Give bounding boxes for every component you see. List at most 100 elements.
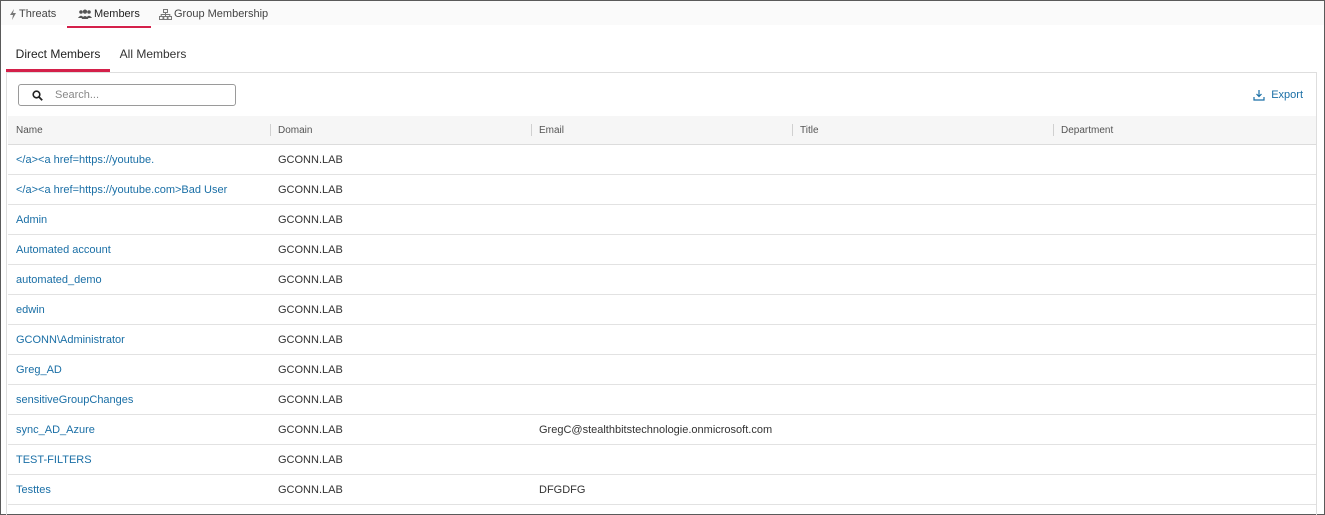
cell-name[interactable]: sync_AD_Azure [8, 415, 270, 445]
table-row[interactable]: </a><a href=https://youtube. GCONN.LAB [8, 145, 1316, 175]
cell-department [1053, 175, 1315, 205]
table-row[interactable]: automated_demo GCONN.LAB [8, 265, 1316, 295]
cell-department [1053, 145, 1315, 175]
cell-email [531, 445, 792, 475]
cell-domain: GCONN.LAB [278, 454, 343, 466]
cell-title [792, 235, 1053, 265]
search-box[interactable] [18, 84, 236, 106]
cell-department [1053, 355, 1315, 385]
cell-email [531, 205, 792, 235]
cell-title [792, 265, 1053, 295]
cell-name[interactable]: </a><a href=https://youtube.com>Bad User [8, 175, 270, 205]
table-row[interactable]: Automated account GCONN.LAB [8, 235, 1316, 265]
lightning-icon [9, 8, 17, 20]
cell-title [792, 325, 1053, 355]
table-body: </a><a href=https://youtube. GCONN.LAB </a… [8, 145, 1316, 505]
cell-name[interactable]: GCONN\Administrator [8, 325, 270, 355]
cell-title [792, 445, 1053, 475]
cell-department [1053, 295, 1315, 325]
column-header-email[interactable]: Email [531, 116, 792, 144]
cell-department [1053, 325, 1315, 355]
cell-domain: GCONN.LAB [278, 334, 343, 346]
cell-domain: GCONN.LAB [278, 424, 343, 436]
cell-email [531, 265, 792, 295]
cell-email: GregC@stealthbitstechnologie.onmicrosoft… [539, 424, 773, 436]
column-header-department[interactable]: Department [1053, 116, 1315, 144]
cell-domain: GCONN.LAB [278, 304, 343, 316]
cell-title [792, 205, 1053, 235]
cell-title [792, 415, 1053, 445]
cell-email [531, 145, 792, 175]
table-row[interactable]: edwin GCONN.LAB [8, 295, 1316, 325]
cell-domain: GCONN.LAB [278, 364, 343, 376]
cell-title [792, 385, 1053, 415]
tab-members[interactable]: Members [67, 1, 151, 28]
cell-domain: GCONN.LAB [278, 154, 343, 166]
tab-threats[interactable]: Threats [9, 1, 56, 27]
cell-name[interactable]: Admin [8, 205, 270, 235]
table-row[interactable]: </a><a href=https://youtube.com>Bad User… [8, 175, 1316, 205]
cell-department [1053, 445, 1315, 475]
tab-threats-label: Threats [19, 8, 57, 20]
cell-domain: GCONN.LAB [278, 274, 343, 286]
table-header: Name Domain Email Title Department [8, 116, 1316, 145]
cell-department [1053, 235, 1315, 265]
search-icon [19, 89, 55, 101]
cell-title [792, 475, 1053, 505]
cell-department [1053, 385, 1315, 415]
export-label: Export [1271, 89, 1303, 101]
cell-title [792, 175, 1053, 205]
cell-email [531, 175, 792, 205]
cell-department [1053, 265, 1315, 295]
table-row[interactable]: GCONN\Administrator GCONN.LAB [8, 325, 1316, 355]
tab-direct-members[interactable]: Direct Members [6, 36, 110, 72]
cell-name[interactable]: Greg_AD [8, 355, 270, 385]
cell-email [531, 295, 792, 325]
cell-email [531, 385, 792, 415]
cell-domain: GCONN.LAB [278, 214, 343, 226]
search-input[interactable] [55, 89, 225, 101]
cell-name[interactable]: edwin [8, 295, 270, 325]
cell-name[interactable]: automated_demo [8, 265, 270, 295]
cell-email [531, 355, 792, 385]
cell-domain: GCONN.LAB [278, 244, 343, 256]
cell-domain: GCONN.LAB [278, 184, 343, 196]
cell-title [792, 355, 1053, 385]
column-header-name[interactable]: Name [8, 116, 270, 144]
table-row[interactable]: TEST-FILTERS GCONN.LAB [8, 445, 1316, 475]
cell-email [531, 325, 792, 355]
cell-department [1053, 475, 1315, 505]
cell-name[interactable]: TEST-FILTERS [8, 445, 270, 475]
members-panel: Export Name Domain Email Title Departmen… [6, 72, 1317, 515]
download-icon [1253, 89, 1265, 101]
column-header-domain[interactable]: Domain [270, 116, 531, 144]
cell-domain: GCONN.LAB [278, 484, 343, 496]
cell-name[interactable]: sensitiveGroupChanges [8, 385, 270, 415]
tab-members-label: Members [94, 8, 140, 20]
cell-email [531, 235, 792, 265]
cell-name[interactable]: Automated account [8, 235, 270, 265]
users-icon [78, 9, 92, 19]
cell-name[interactable]: </a><a href=https://youtube. [8, 145, 270, 175]
cell-department [1053, 415, 1315, 445]
top-tab-bar: Threats Members Group Membership [1, 1, 1324, 28]
cell-email: DFGDFG [539, 484, 586, 496]
tab-all-members[interactable]: All Members [110, 36, 196, 72]
tab-group-membership-label: Group Membership [174, 8, 269, 20]
tab-direct-members-label: Direct Members [15, 47, 101, 61]
hierarchy-icon [159, 8, 172, 20]
cell-title [792, 295, 1053, 325]
table-row[interactable]: Greg_AD GCONN.LAB [8, 355, 1316, 385]
cell-department [1053, 205, 1315, 235]
cell-domain: GCONN.LAB [278, 394, 343, 406]
table-row[interactable]: Testtes GCONN.LAB DFGDFG [8, 475, 1316, 505]
cell-name[interactable]: Testtes [8, 475, 270, 505]
cell-title [792, 145, 1053, 175]
tab-group-membership[interactable]: Group Membership [159, 1, 268, 27]
table-row[interactable]: Admin GCONN.LAB [8, 205, 1316, 235]
tab-all-members-label: All Members [119, 47, 187, 61]
export-button[interactable]: Export [1253, 89, 1303, 101]
table-row[interactable]: sync_AD_Azure GCONN.LAB GregC@stealthbitst… [8, 415, 1316, 445]
table-row[interactable]: sensitiveGroupChanges GCONN.LAB [8, 385, 1316, 415]
column-header-title[interactable]: Title [792, 116, 1053, 144]
